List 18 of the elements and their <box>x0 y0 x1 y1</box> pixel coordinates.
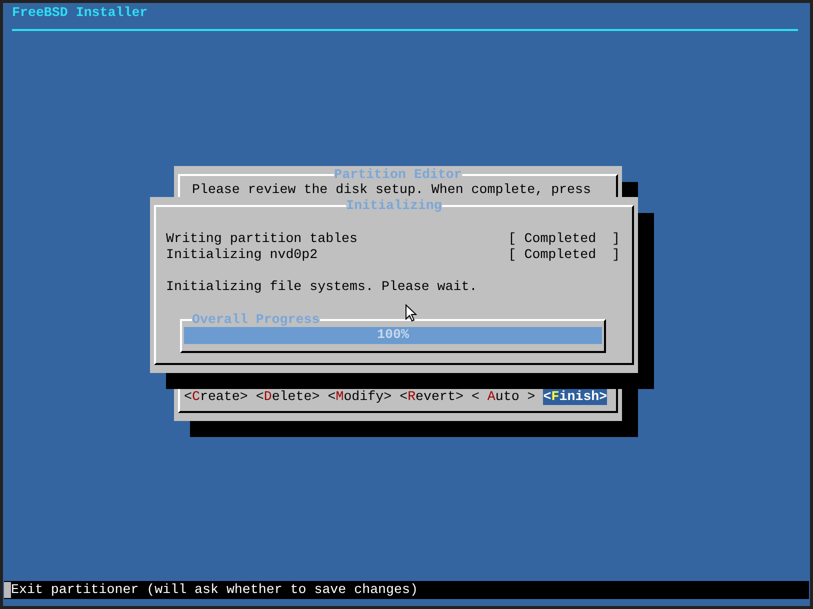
task-name: Initializing nvd0p2 <box>166 247 318 263</box>
dialog-button[interactable]: <Revert> <box>400 389 464 405</box>
status-text: Exit partitioner (will ask whether to save changes) <box>11 582 418 598</box>
status-message: Initializing file systems. Please wait. <box>166 279 478 295</box>
dialog-button[interactable]: < Auto > <box>471 389 536 405</box>
dialog-button[interactable]: <Delete> <box>256 389 320 405</box>
task-name: Writing partition tables <box>166 231 358 247</box>
dialog-button[interactable]: <Finish> <box>543 389 608 405</box>
task-status: [ Completed ] <box>508 231 620 247</box>
dialog-button[interactable]: <Modify> <box>328 389 392 405</box>
progress-title: Overall Progress <box>192 312 320 328</box>
dialog-message: Please review the disk setup. When complete, press <box>191 182 592 198</box>
dialog-title: Initializing <box>346 198 442 214</box>
text-cursor <box>4 582 11 598</box>
window-title: FreeBSD Installer <box>12 5 148 20</box>
dialog-button[interactable]: <Create> <box>184 389 248 405</box>
task-status: [ Completed ] <box>508 247 620 263</box>
progress-reading: 100% <box>377 327 409 343</box>
